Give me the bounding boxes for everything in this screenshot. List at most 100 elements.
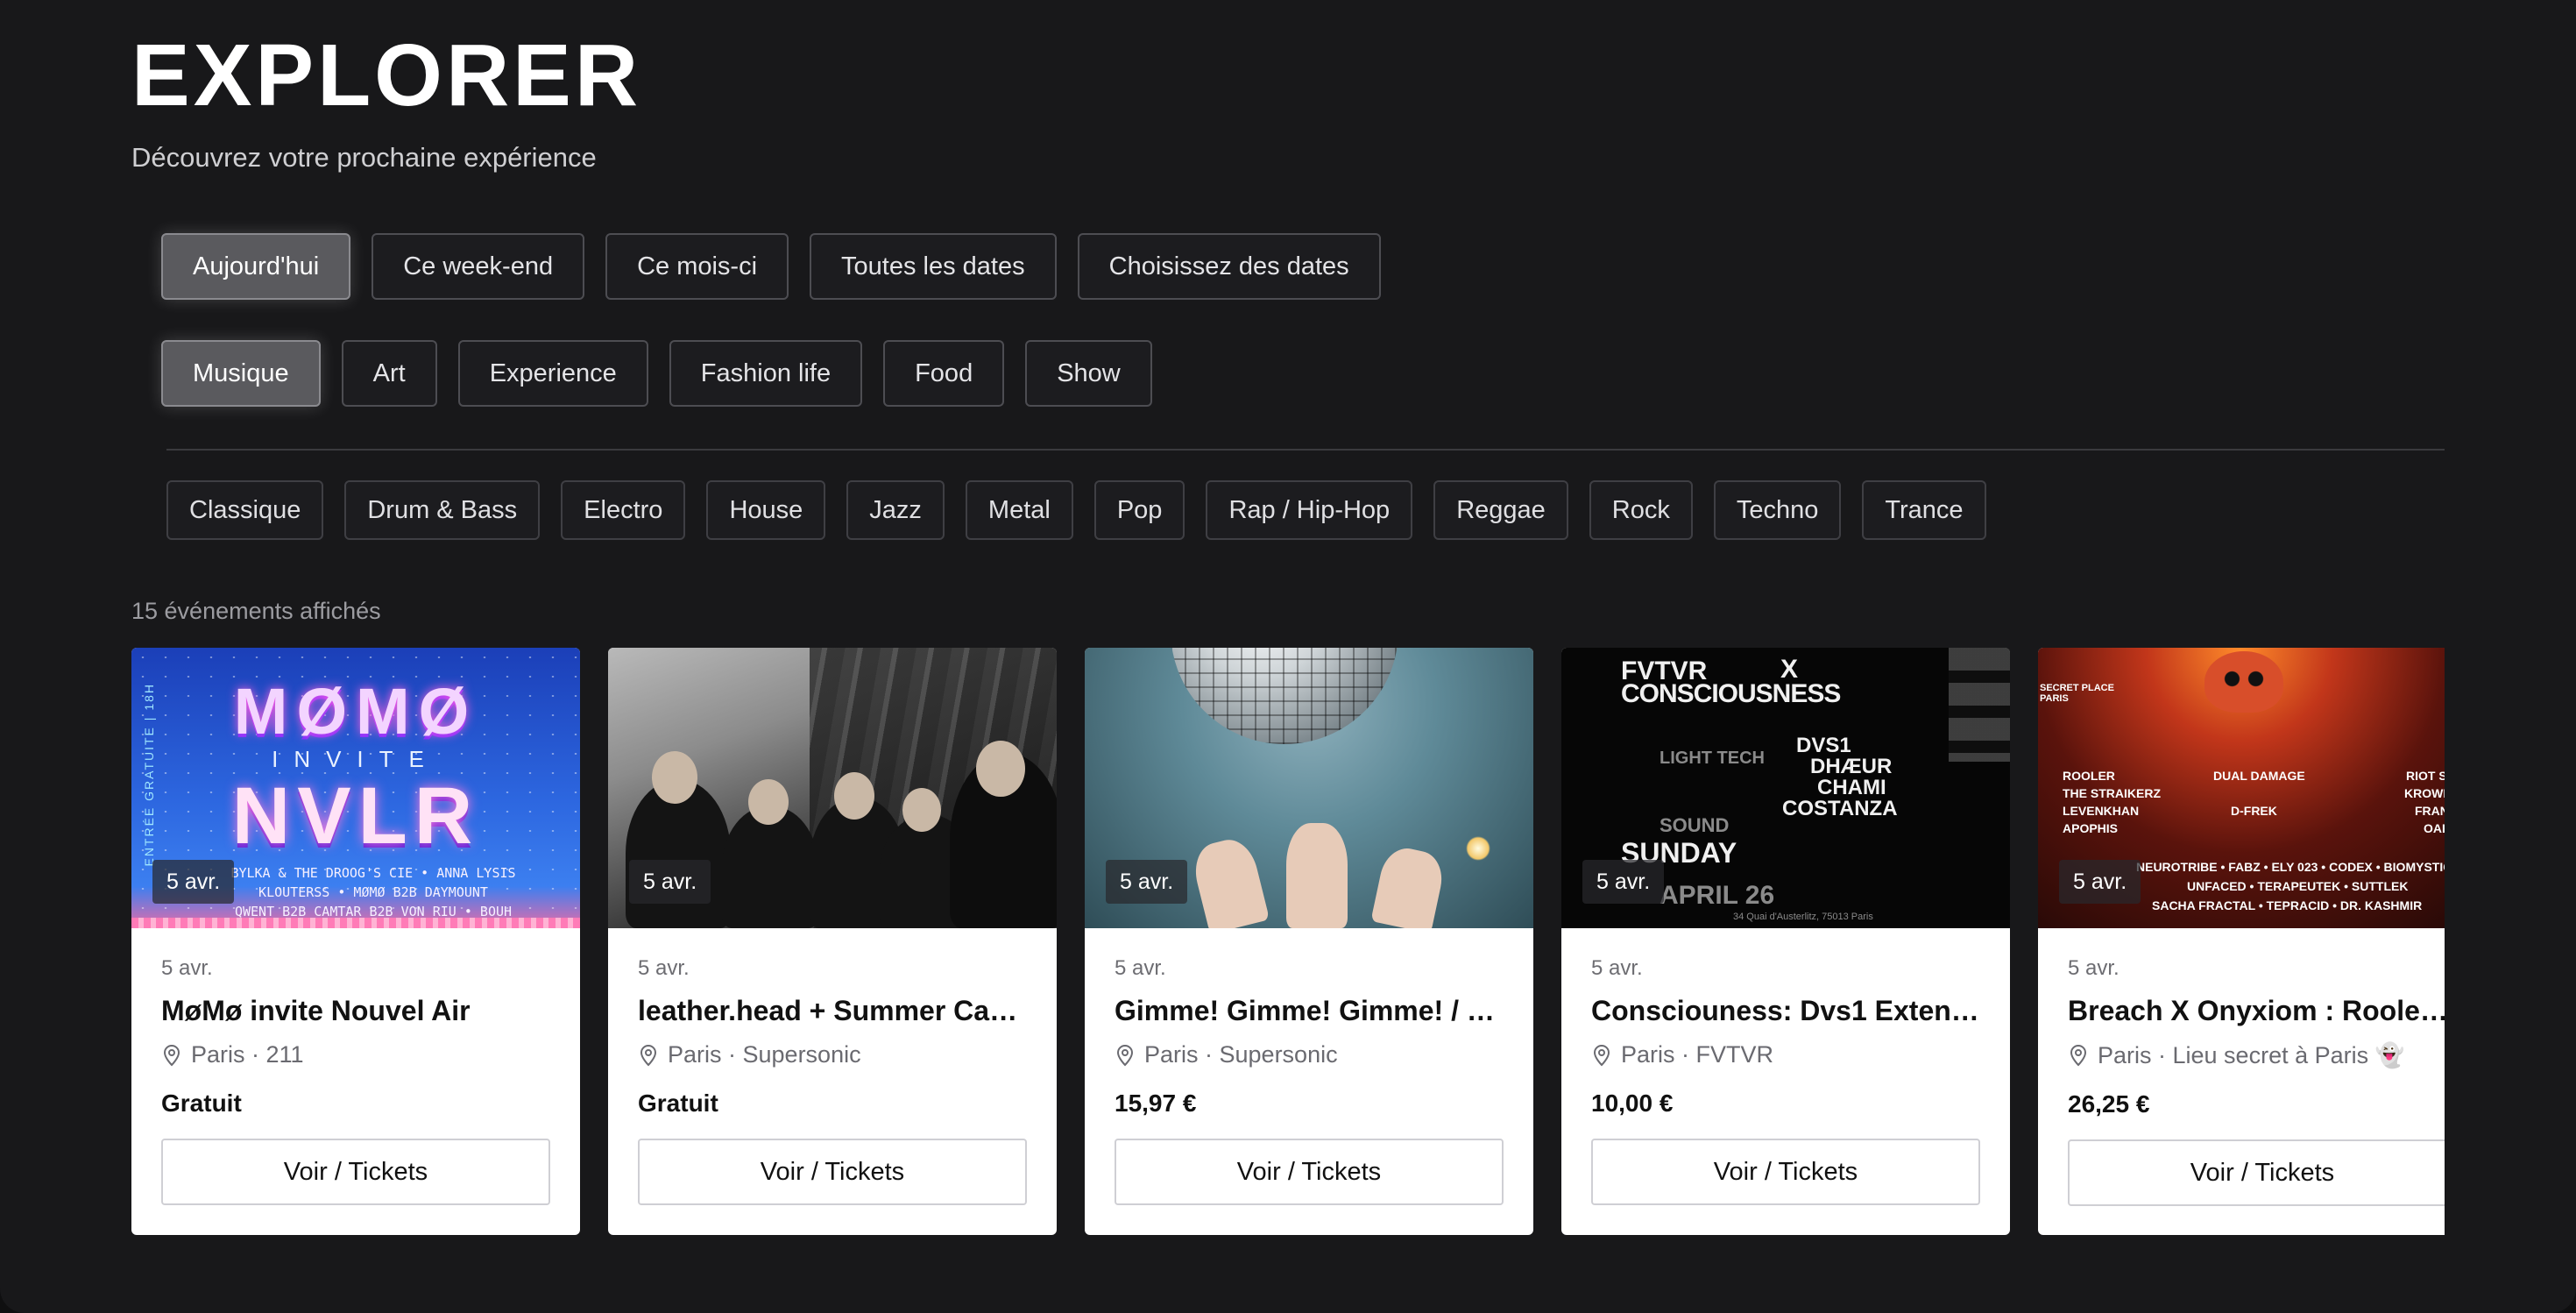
- event-location: Paris · Supersonic: [1115, 1041, 1504, 1068]
- event-card[interactable]: 5 avr. 5 avr. Gimme! Gimme! Gimme! / Soi…: [1085, 648, 1533, 1235]
- tickets-button[interactable]: Voir / Tickets: [638, 1139, 1027, 1205]
- category-art[interactable]: Art: [341, 340, 437, 407]
- event-location-text: Paris · Supersonic: [1144, 1041, 1338, 1068]
- tickets-button[interactable]: Voir / Tickets: [1591, 1139, 1980, 1205]
- event-card-body: 5 avr. Consciouness: Dvs1 Extended Paris…: [1561, 928, 2010, 1205]
- poster-text: SECRET PLACE PARIS: [2040, 683, 2114, 704]
- date-filter-all[interactable]: Toutes les dates: [810, 233, 1057, 300]
- photo-face: [748, 779, 789, 825]
- date-badge: 5 avr.: [629, 860, 711, 904]
- category-show[interactable]: Show: [1025, 340, 1152, 407]
- event-poster-image[interactable]: FVTVR X CONSCIOUSNESS DVS1 DHÆUR CHAMI C…: [1561, 648, 2010, 928]
- event-poster-image[interactable]: SECRET PLACE PARIS ROOLER DUAL DAMAGE RI…: [2038, 648, 2445, 928]
- date-badge: 5 avr.: [1106, 860, 1188, 904]
- poster-text: OAKM: [2424, 821, 2445, 835]
- event-date: 5 avr.: [2068, 956, 2120, 980]
- page-title: EXPLORER: [131, 26, 642, 124]
- poster-text: NEUROTRIBE • FABZ • ELY 023 • CODEX • BI…: [2136, 860, 2445, 874]
- tickets-button[interactable]: Voir / Tickets: [1115, 1139, 1504, 1205]
- event-date: 5 avr.: [1591, 956, 1643, 980]
- genre-reggae[interactable]: Reggae: [1433, 480, 1568, 540]
- genre-techno[interactable]: Techno: [1713, 480, 1842, 540]
- event-poster-image[interactable]: 5 avr.: [1085, 648, 1533, 928]
- poster-text: ROOLER: [2063, 769, 2115, 783]
- genre-electro[interactable]: Electro: [561, 480, 686, 540]
- poster-lineup: BYLKA & THE DROOG'S CIE • ANNA LYSIS KLO…: [184, 863, 563, 921]
- event-card-body: 5 avr. Gimme! Gimme! Gimme! / Soirée ABB…: [1085, 928, 1533, 1205]
- event-card[interactable]: FVTVR X CONSCIOUSNESS DVS1 DHÆUR CHAMI C…: [1561, 648, 2010, 1235]
- date-filter-pick[interactable]: Choisissez des dates: [1077, 233, 1381, 300]
- genre-house[interactable]: House: [706, 480, 826, 540]
- category-music[interactable]: Musique: [161, 340, 321, 407]
- photo-hand: [1286, 823, 1348, 928]
- event-poster-image[interactable]: 5 avr.: [608, 648, 1057, 928]
- event-title[interactable]: Gimme! Gimme! Gimme! / Soirée ABBA: [1115, 995, 1504, 1027]
- event-card-body: 5 avr. MøMø invite Nouvel Air Paris · 21…: [131, 928, 580, 1205]
- poster-text: UNFACED • TERAPEUTEK • SUTTLEK: [2187, 879, 2409, 893]
- event-card-body: 5 avr. leather.head + Summer Camp Paris …: [608, 928, 1057, 1205]
- date-badge: 5 avr.: [2059, 860, 2141, 904]
- event-location: Paris · FVTVR: [1591, 1041, 1980, 1068]
- genre-jazz[interactable]: Jazz: [846, 480, 945, 540]
- event-card[interactable]: ENTRÉE GRATUITE | 18H MØMØ INVITE NVLR B…: [131, 648, 580, 1235]
- tickets-button[interactable]: Voir / Tickets: [161, 1139, 550, 1205]
- genre-trance[interactable]: Trance: [1862, 480, 1986, 540]
- date-filter-weekend[interactable]: Ce week-end: [372, 233, 585, 300]
- event-card[interactable]: 5 avr. 5 avr. leather.head + Summer Camp…: [608, 648, 1057, 1235]
- poster-skull: [2204, 651, 2283, 713]
- filter-divider: [166, 449, 2445, 451]
- event-location-text: Paris · 211: [191, 1041, 304, 1068]
- genre-metal[interactable]: Metal: [965, 480, 1073, 540]
- poster-text: LIGHT TECH: [1660, 749, 1765, 768]
- date-filter-today[interactable]: Aujourd'hui: [161, 233, 351, 300]
- poster-text: APRIL 26: [1660, 881, 1775, 910]
- poster-text: CONSCIOUSNESS: [1621, 679, 1841, 708]
- category-food[interactable]: Food: [883, 340, 1005, 407]
- poster-lineup-line: BYLKA & THE DROOG'S CIE • ANNA LYSIS: [230, 865, 516, 881]
- event-date: 5 avr.: [161, 956, 213, 980]
- app-frame: EXPLORER Découvrez votre prochaine expér…: [0, 0, 2576, 1313]
- genre-rap-hiphop[interactable]: Rap / Hip-Hop: [1206, 480, 1413, 540]
- event-poster-image[interactable]: ENTRÉE GRATUITE | 18H MØMØ INVITE NVLR B…: [131, 648, 580, 928]
- event-location: Paris · Lieu secret à Paris 👻: [2068, 1041, 2445, 1069]
- explorer-page: EXPLORER Découvrez votre prochaine expér…: [131, 26, 2445, 1237]
- poster-side-letters: [1949, 648, 2010, 762]
- poster-text: CHAMI: [1817, 776, 1886, 799]
- event-location-text: Paris · FVTVR: [1621, 1041, 1774, 1068]
- genre-pop[interactable]: Pop: [1093, 480, 1185, 540]
- poster-text: FRANK: [2415, 804, 2445, 818]
- photo-hand: [1188, 834, 1270, 928]
- poster-text: DUAL DAMAGE: [2213, 769, 2305, 783]
- date-filter-month[interactable]: Ce mois-ci: [605, 233, 789, 300]
- location-pin-icon: [163, 1044, 180, 1066]
- category-experience[interactable]: Experience: [457, 340, 648, 407]
- genre-drum-bass[interactable]: Drum & Bass: [344, 480, 541, 540]
- event-price: 26,25 €: [2068, 1090, 2150, 1118]
- event-card-body: 5 avr. Breach X Onyxiom : Roolee Edition…: [2038, 928, 2445, 1206]
- tickets-button[interactable]: Voir / Tickets: [2068, 1139, 2445, 1206]
- photo-hand: [1370, 843, 1447, 928]
- poster-text: D-FREK: [2231, 804, 2277, 818]
- poster-main: NVLR: [231, 771, 480, 861]
- poster-text: SOUND: [1660, 814, 1730, 836]
- event-card-list: ENTRÉE GRATUITE | 18H MØMØ INVITE NVLR B…: [131, 648, 2445, 1237]
- event-title[interactable]: leather.head + Summer Camp: [638, 995, 1027, 1027]
- event-title[interactable]: MøMø invite Nouvel Air: [161, 995, 550, 1027]
- poster-text: THE STRAIKERZ: [2063, 786, 2161, 800]
- event-price: 15,97 €: [1115, 1089, 1197, 1117]
- event-location: Paris · 211: [161, 1041, 550, 1068]
- genre-classique[interactable]: Classique: [166, 480, 324, 540]
- genre-rock[interactable]: Rock: [1589, 480, 1693, 540]
- event-card[interactable]: SECRET PLACE PARIS ROOLER DUAL DAMAGE RI…: [2038, 648, 2445, 1235]
- event-price: Gratuit: [638, 1089, 718, 1117]
- photo-face: [976, 741, 1025, 797]
- poster-text: DVS1: [1796, 734, 1851, 757]
- location-pin-icon: [2070, 1044, 2087, 1067]
- event-title[interactable]: Consciouness: Dvs1 Extended: [1591, 995, 1980, 1027]
- event-date: 5 avr.: [1115, 956, 1166, 980]
- photo-face: [652, 751, 697, 804]
- poster-sub: INVITE: [272, 746, 440, 772]
- category-filter-bar: Musique Art Experience Fashion life Food…: [161, 340, 2445, 407]
- category-fashion[interactable]: Fashion life: [669, 340, 863, 407]
- event-title[interactable]: Breach X Onyxiom : Roolee Edition: [2068, 995, 2445, 1027]
